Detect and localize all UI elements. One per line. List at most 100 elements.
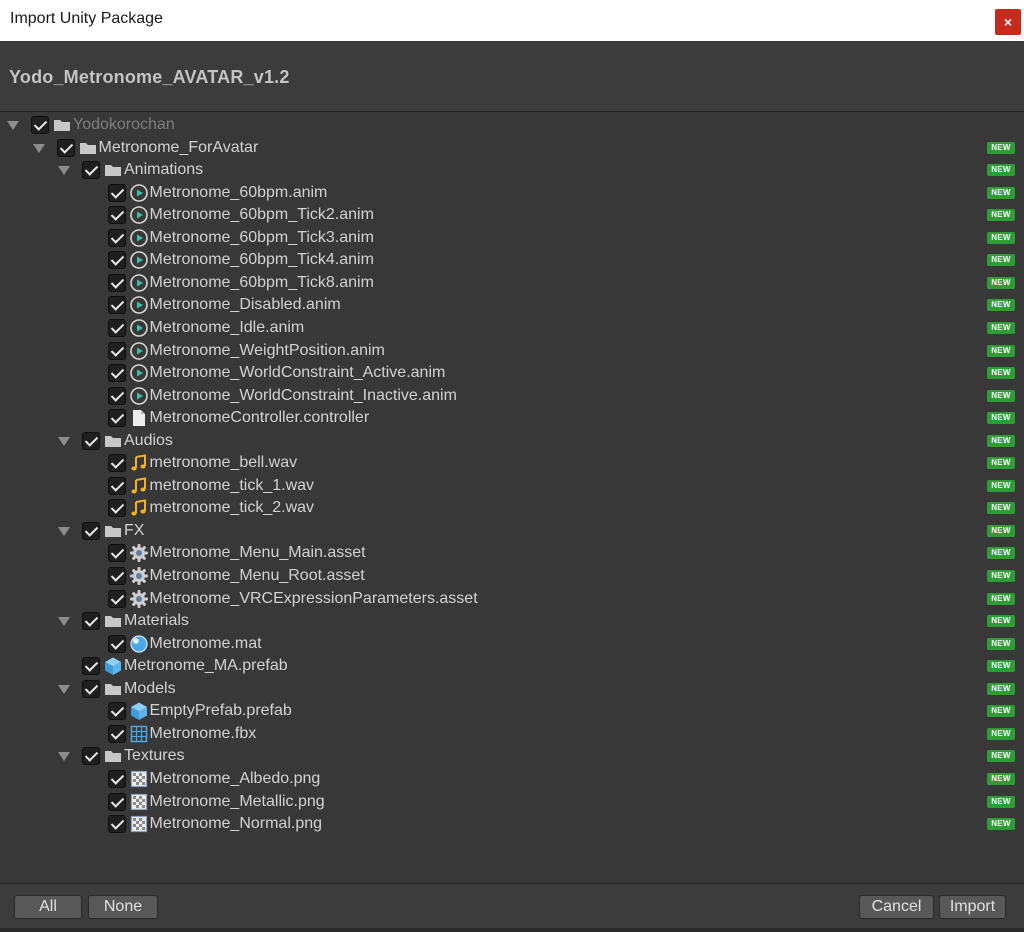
- tree-row-metronome-metallic-png[interactable]: Metronome_Metallic.png NEW: [0, 791, 1024, 813]
- include-checkbox[interactable]: [82, 521, 100, 540]
- tree-row-audios[interactable]: Audios NEW: [0, 430, 1024, 452]
- include-checkbox[interactable]: [107, 815, 126, 834]
- tree-row-metronome-idle-anim[interactable]: Metronome_Idle.anim NEW: [0, 317, 1024, 339]
- select-none-button[interactable]: None: [88, 895, 158, 919]
- expand-arrow-icon[interactable]: [58, 436, 70, 446]
- audio-clip-icon: [129, 476, 149, 496]
- expand-arrow-icon[interactable]: [58, 684, 70, 694]
- tree-row-metronome-tick-2-wav[interactable]: metronome_tick_2.wav NEW: [0, 497, 1024, 519]
- include-checkbox[interactable]: [82, 657, 100, 676]
- folder-icon: [78, 138, 98, 158]
- tree-row-metronome-60bpm-tick8-anim[interactable]: Metronome_60bpm_Tick8.anim NEW: [0, 272, 1024, 294]
- include-checkbox[interactable]: [107, 499, 126, 518]
- tree-row-metronome-60bpm-anim[interactable]: Metronome_60bpm.anim NEW: [0, 182, 1024, 204]
- include-checkbox[interactable]: [107, 544, 126, 563]
- tree-row-fx[interactable]: FX NEW: [0, 520, 1024, 542]
- tree-row-metronome-60bpm-tick2-anim[interactable]: Metronome_60bpm_Tick2.anim NEW: [0, 204, 1024, 226]
- include-checkbox[interactable]: [107, 567, 126, 585]
- include-checkbox[interactable]: [107, 589, 126, 608]
- tree-row-metronomecontroller-controller[interactable]: MetronomeController.controller NEW: [0, 407, 1024, 429]
- include-checkbox[interactable]: [107, 318, 126, 337]
- include-checkbox[interactable]: [107, 296, 126, 315]
- new-badge: NEW: [987, 231, 1015, 244]
- new-badge: NEW: [987, 254, 1015, 267]
- include-checkbox[interactable]: [31, 116, 49, 134]
- include-checkbox[interactable]: [107, 386, 126, 405]
- animation-clip-icon: [129, 295, 149, 315]
- include-checkbox[interactable]: [107, 206, 126, 225]
- expand-arrow-icon[interactable]: [58, 752, 70, 762]
- include-checkbox[interactable]: [107, 273, 126, 292]
- new-badge: NEW: [987, 276, 1015, 289]
- include-checkbox[interactable]: [82, 161, 100, 180]
- new-badge: NEW: [987, 772, 1015, 785]
- include-checkbox[interactable]: [107, 341, 126, 360]
- tree-row-metronome-bell-wav[interactable]: metronome_bell.wav NEW: [0, 452, 1024, 474]
- tree-row-metronome-albedo-png[interactable]: Metronome_Albedo.png NEW: [0, 768, 1024, 790]
- tree-row-metronome-ma-prefab[interactable]: Metronome_MA.prefab NEW: [0, 655, 1024, 677]
- tree-row-emptyprefab-prefab[interactable]: EmptyPrefab.prefab NEW: [0, 700, 1024, 722]
- include-checkbox[interactable]: [107, 454, 126, 473]
- animation-clip-icon: [129, 183, 149, 203]
- new-badge: NEW: [987, 344, 1015, 357]
- include-checkbox[interactable]: [82, 612, 100, 631]
- include-checkbox[interactable]: [107, 409, 126, 428]
- include-checkbox[interactable]: [107, 228, 126, 247]
- expand-arrow-icon[interactable]: [58, 166, 70, 176]
- select-all-button[interactable]: All: [14, 895, 82, 919]
- expand-arrow-icon[interactable]: [58, 617, 70, 627]
- tree-row-animations[interactable]: Animations NEW: [0, 159, 1024, 181]
- include-checkbox[interactable]: [107, 364, 126, 383]
- close-button[interactable]: ×: [995, 9, 1021, 35]
- new-badge: NEW: [987, 682, 1015, 695]
- animation-clip-icon: [129, 205, 149, 225]
- gear-icon: [129, 566, 149, 586]
- tree-row-metronome-60bpm-tick3-anim[interactable]: Metronome_60bpm_Tick3.anim NEW: [0, 227, 1024, 249]
- tree-row-metronome-worldconstraint-inactive-anim[interactable]: Metronome_WorldConstraint_Inactive.anim N…: [0, 385, 1024, 407]
- expand-arrow-icon[interactable]: [7, 121, 19, 130]
- include-checkbox[interactable]: [107, 792, 126, 811]
- include-checkbox[interactable]: [107, 251, 126, 270]
- include-checkbox[interactable]: [107, 724, 126, 743]
- tree-row-metronome-normal-png[interactable]: Metronome_Normal.png NEW: [0, 813, 1024, 835]
- prefab-cube-icon: [103, 656, 123, 676]
- tree-row-textures[interactable]: Textures NEW: [0, 745, 1024, 767]
- tree-row-metronome-weightposition-anim[interactable]: Metronome_WeightPosition.anim NEW: [0, 340, 1024, 362]
- tree-row-metronome-vrcexpressionparameters-asset[interactable]: Metronome_VRCExpressionParameters.asset N…: [0, 588, 1024, 610]
- include-checkbox[interactable]: [82, 679, 100, 698]
- tree-row-metronome-menu-main-asset[interactable]: Metronome_Menu_Main.asset NEW: [0, 542, 1024, 564]
- import-button[interactable]: Import: [939, 895, 1006, 919]
- tree-item-label: Metronome.fbx: [149, 724, 257, 742]
- tree-row-materials[interactable]: Materials NEW: [0, 610, 1024, 632]
- tree-row-yodokorochan[interactable]: Yodokorochan: [0, 114, 1024, 136]
- tree-row-metronome-tick-1-wav[interactable]: metronome_tick_1.wav NEW: [0, 475, 1024, 497]
- include-checkbox[interactable]: [107, 702, 126, 721]
- animation-clip-icon: [129, 363, 149, 383]
- asset-tree: Yodokorochan Metronome_ForAvatar NEW Animat…: [0, 113, 1024, 883]
- tree-item-label: Metronome_Menu_Main.asset: [149, 544, 366, 562]
- include-checkbox[interactable]: [107, 769, 126, 788]
- tree-row-metronome-foravatar[interactable]: Metronome_ForAvatar NEW: [0, 137, 1024, 159]
- include-checkbox[interactable]: [56, 138, 75, 157]
- include-checkbox[interactable]: [82, 431, 100, 450]
- tree-row-metronome-disabled-anim[interactable]: Metronome_Disabled.anim NEW: [0, 294, 1024, 316]
- tree-row-metronome-menu-root-asset[interactable]: Metronome_Menu_Root.asset NEW: [0, 565, 1024, 587]
- include-checkbox[interactable]: [107, 634, 126, 653]
- tree-row-metronome-fbx[interactable]: Metronome.fbx NEW: [0, 723, 1024, 745]
- tree-item-label: Animations: [124, 161, 204, 179]
- animation-clip-icon: [129, 386, 149, 406]
- include-checkbox[interactable]: [107, 183, 126, 202]
- tree-row-metronome-worldconstraint-active-anim[interactable]: Metronome_WorldConstraint_Active.anim NEW: [0, 362, 1024, 384]
- expand-arrow-icon[interactable]: [58, 526, 70, 536]
- cancel-button[interactable]: Cancel: [859, 895, 934, 919]
- folder-icon: [103, 160, 123, 180]
- tree-row-metronome-mat[interactable]: Metronome.mat NEW: [0, 633, 1024, 655]
- tree-row-metronome-60bpm-tick4-anim[interactable]: Metronome_60bpm_Tick4.anim NEW: [0, 249, 1024, 271]
- include-checkbox[interactable]: [82, 747, 100, 766]
- tree-row-models[interactable]: Models NEW: [0, 678, 1024, 700]
- animation-clip-icon: [129, 341, 149, 361]
- include-checkbox[interactable]: [107, 476, 126, 495]
- tree-item-label: Models: [124, 679, 176, 697]
- expand-arrow-icon[interactable]: [32, 143, 45, 153]
- footer-bar: All None Cancel Import: [0, 883, 1024, 932]
